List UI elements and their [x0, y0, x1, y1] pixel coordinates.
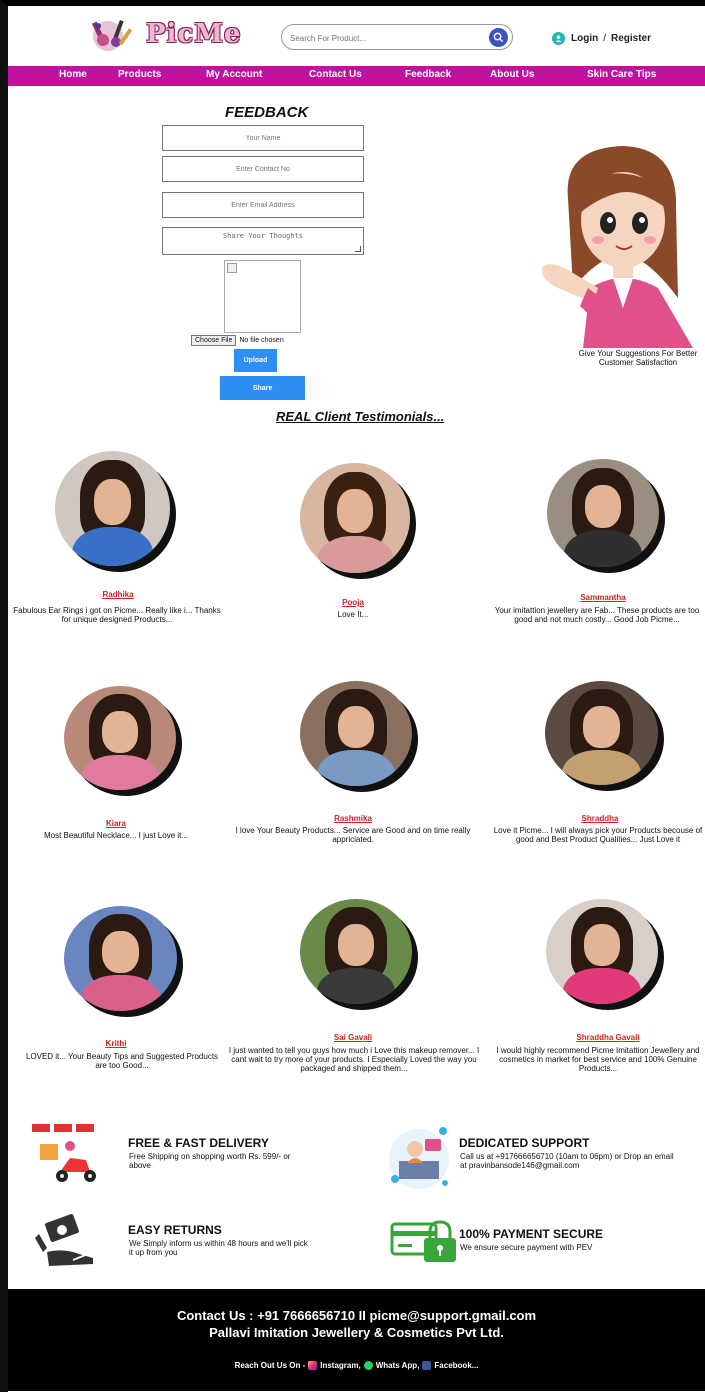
upload-button[interactable]: Upload [234, 349, 277, 372]
thoughts-textarea[interactable]: Share Your Thoughts [162, 227, 364, 255]
thoughts-placeholder: Share Your Thoughts [222, 232, 304, 240]
footer-social-row: Reach Out Us On - Instagram, Whats App, … [8, 1361, 705, 1370]
no-file-label: No file chosen [239, 337, 284, 344]
testimonial-text: Love It... [337, 610, 369, 619]
avatar-shraddha [545, 681, 658, 785]
testimonial-name: Radhika [102, 590, 134, 599]
whatsapp-link[interactable]: Whats App, [363, 1361, 420, 1370]
login-register: Login / Register [552, 32, 651, 45]
facebook-icon [422, 1361, 432, 1370]
facebook-label: Facebook... [434, 1361, 479, 1370]
testimonials-title: REAL Client Testimonials... [276, 409, 445, 424]
nav-products[interactable]: Products [118, 69, 161, 80]
avatar-sammantha [547, 459, 659, 567]
broken-image-icon [227, 263, 237, 273]
instagram-icon [308, 1361, 318, 1370]
contact-field[interactable] [162, 156, 364, 182]
search-input[interactable] [290, 29, 480, 47]
returns-money-hand-icon [33, 1212, 99, 1270]
avatar-kiara [64, 686, 176, 790]
nav-about-us[interactable]: About Us [490, 69, 534, 80]
instagram-link[interactable]: Instagram, [308, 1361, 361, 1370]
testimonial-name: Shraddha [581, 814, 619, 823]
page: PicMe Login / Register Home Products My … [0, 0, 705, 1392]
returns-text: We Simply inform us within 48 hours and … [129, 1239, 308, 1257]
resize-grip-icon[interactable] [355, 246, 361, 252]
logo[interactable]: PicMe [88, 12, 273, 56]
payment-text: We ensure secure payment with PEV [460, 1243, 593, 1252]
logo-cosmetics-icon [88, 14, 146, 54]
testimonial-text: I just wanted to tell you guys how much … [228, 1046, 480, 1073]
nav-contact-us[interactable]: Contact Us [309, 69, 362, 80]
instagram-label: Instagram, [320, 1361, 361, 1370]
search-button[interactable] [489, 28, 508, 47]
avatar-krithi [64, 906, 177, 1011]
nav-feedback[interactable]: Feedback [405, 69, 451, 80]
reach-label: Reach Out Us On - [234, 1361, 306, 1370]
footer: Contact Us : +91 7666656710 II picme@sup… [8, 1289, 705, 1391]
nav-skin-care-tips[interactable]: Skin Care Tips [587, 69, 656, 80]
avatar-sai-gavali [300, 899, 412, 1004]
email-field[interactable] [162, 192, 364, 218]
login-separator: / [603, 33, 606, 44]
testimonial-name: Sai Gavali [333, 1033, 373, 1042]
support-title: DEDICATED SUPPORT [459, 1136, 590, 1150]
testimonial-text: Fabulous Ear Rings i got on Picme... Rea… [13, 606, 221, 624]
file-picker: Choose File No file chosen [191, 335, 284, 346]
search-box [281, 24, 513, 50]
user-icon [552, 32, 565, 45]
support-agent-icon [385, 1123, 453, 1195]
testimonial-text: Love it Picme... I will always pick your… [493, 826, 703, 844]
mascot-caption: Give Your Suggestions For Better Custome… [578, 349, 698, 367]
search-icon [493, 32, 504, 43]
testimonial-text: LOVED it... Your Beauty Tips and Suggest… [25, 1052, 219, 1070]
choose-file-button[interactable]: Choose File [191, 335, 237, 346]
support-text: Call us at +917666656710 (10am to 06pm) … [460, 1152, 674, 1170]
delivery-title: FREE & FAST DELIVERY [128, 1136, 269, 1150]
footer-company-line: Pallavi Imitation Jewellery & Cosmetics … [209, 1325, 504, 1340]
support-girl-illustration [528, 138, 705, 348]
testimonial-text: Your imitattion jewellery are Fab... The… [494, 606, 700, 624]
avatar-shraddha-gavali [546, 899, 658, 1004]
testimonial-text: I would highly recommend Picme Imitattio… [496, 1046, 700, 1073]
logo-text: PicMe [146, 19, 242, 49]
feedback-title: FEEDBACK [225, 104, 309, 121]
register-link[interactable]: Register [611, 33, 651, 44]
nav-my-account[interactable]: My Account [206, 69, 262, 80]
name-field[interactable] [162, 125, 364, 151]
testimonial-name: Kiara [105, 819, 126, 828]
whatsapp-icon [363, 1361, 373, 1370]
testimonial-name: Shraddha Gavali [576, 1033, 640, 1042]
payment-title: 100% PAYMENT SECURE [459, 1227, 604, 1241]
avatar-radhika [55, 451, 170, 566]
delivery-scooter-icon [30, 1122, 108, 1186]
secure-payment-card-lock-icon [390, 1216, 460, 1266]
facebook-link[interactable]: Facebook... [422, 1361, 478, 1370]
share-button[interactable]: Share [220, 376, 305, 400]
avatar-rashmika [300, 681, 412, 786]
testimonial-name: Sammantha [580, 593, 626, 602]
login-link[interactable]: Login [571, 33, 598, 44]
footer-contact-line: Contact Us : +91 7666656710 II picme@sup… [176, 1308, 537, 1323]
whatsapp-label: Whats App, [375, 1361, 420, 1370]
header: PicMe Login / Register [8, 6, 705, 66]
image-preview [224, 260, 301, 333]
testimonial-text: I love Your Beauty Products... Service a… [235, 826, 471, 844]
main-nav: Home Products My Account Contact Us Feed… [8, 66, 705, 86]
testimonial-name: Pooja [342, 598, 364, 607]
avatar-pooja [300, 463, 410, 573]
nav-home[interactable]: Home [59, 69, 87, 80]
testimonial-name: Krithi [105, 1039, 127, 1048]
testimonial-name: Rashmika [334, 814, 372, 823]
testimonial-text: Most Beautiful Necklace... I just Love i… [43, 831, 189, 840]
delivery-text: Free Shipping on shopping worth Rs. 599/… [129, 1152, 291, 1170]
returns-title: EASY RETURNS [128, 1223, 222, 1237]
